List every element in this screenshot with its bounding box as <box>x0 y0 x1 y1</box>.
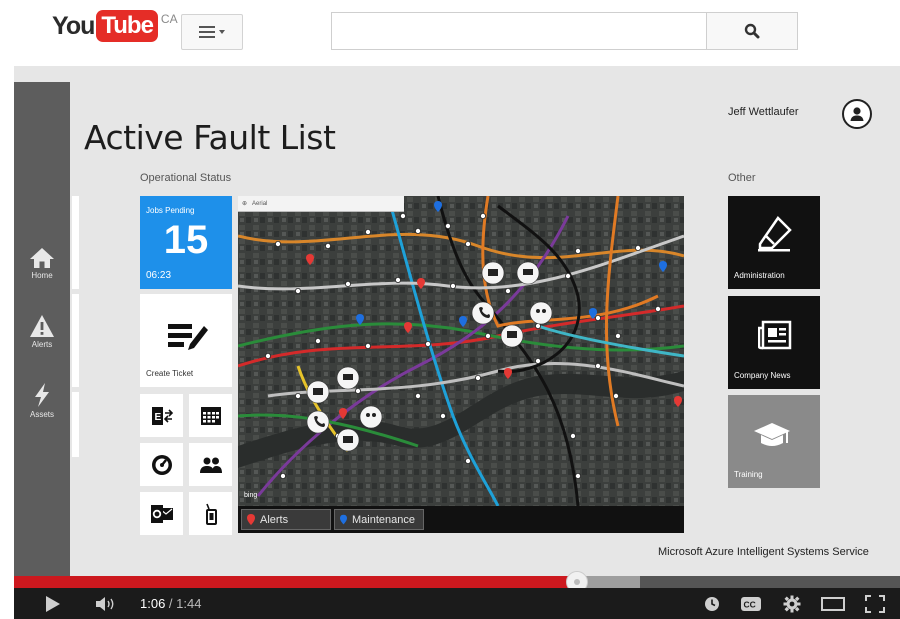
chevron-down-icon <box>219 30 225 34</box>
play-button[interactable] <box>38 588 68 619</box>
theater-mode-button[interactable] <box>818 588 848 619</box>
other-label: Other <box>728 172 756 184</box>
settings-button[interactable] <box>780 588 804 619</box>
legend-alerts[interactable]: Alerts <box>241 509 331 530</box>
company-news-label: Company News <box>734 371 791 380</box>
company-news-tile[interactable]: Company News <box>728 296 820 389</box>
graduation-cap-icon <box>754 423 790 446</box>
exchange-icon: E <box>151 406 173 425</box>
player-controls: 1:06 / 1:44 CC <box>14 588 900 619</box>
map-canvas[interactable] <box>238 196 684 506</box>
user-name: Jeff Wettlaufer <box>728 106 799 118</box>
panel-edge <box>72 196 79 289</box>
app-sidebar: Home Alerts Assets <box>14 82 70 579</box>
search-input[interactable] <box>331 12 707 50</box>
video-player[interactable]: Home Alerts Assets Active Fault List Jef… <box>14 66 900 619</box>
sidebar-item-alerts[interactable]: Alerts <box>14 314 70 349</box>
jobs-pending-label: Jobs Pending <box>146 206 195 215</box>
duration: 1:44 <box>176 596 202 611</box>
administration-tile[interactable]: Administration <box>728 196 820 289</box>
create-ticket-tile[interactable]: Create Ticket <box>140 294 232 387</box>
clock-icon <box>705 596 719 611</box>
play-icon <box>46 595 60 612</box>
legend-maintenance[interactable]: Maintenance <box>334 509 424 530</box>
calendar-icon <box>200 406 221 425</box>
legend-label: Alerts <box>260 513 289 526</box>
time-display: 1:06 / 1:44 <box>140 596 201 611</box>
user-icon <box>850 107 864 121</box>
legend-label: Maintenance <box>352 513 415 526</box>
lightning-icon <box>35 383 49 407</box>
administration-label: Administration <box>734 271 785 280</box>
badge-icon <box>205 503 217 525</box>
create-ticket-label: Create Ticket <box>146 369 194 378</box>
newspaper-icon <box>758 320 792 350</box>
map-toolbar[interactable]: ⊕ Aerial <box>238 196 404 212</box>
sidebar-item-home[interactable]: Home <box>14 247 70 280</box>
sidebar-item-label: Alerts <box>31 340 53 349</box>
current-time: 1:06 <box>140 596 166 611</box>
calendar-tile[interactable] <box>189 394 232 437</box>
gauge-tile[interactable] <box>140 443 183 486</box>
svg-text:E: E <box>154 412 161 423</box>
page-title: Active Fault List <box>84 118 336 157</box>
operational-status-label: Operational Status <box>140 172 232 184</box>
pencil-eraser-icon <box>758 216 792 252</box>
fullscreen-icon <box>865 594 885 613</box>
zoom-icon[interactable]: ⊕ <box>242 200 247 207</box>
jobs-pending-tile[interactable]: Jobs Pending 15 06:23 <box>140 196 232 289</box>
logo-tube-text: Tube <box>96 10 158 42</box>
exchange-tile[interactable]: E <box>140 394 183 437</box>
sidebar-item-label: Home <box>31 271 53 280</box>
edit-list-icon <box>168 324 208 350</box>
warning-icon <box>30 315 54 337</box>
logo-you-text: You <box>52 12 95 40</box>
jobs-pending-time: 06:23 <box>146 270 172 281</box>
captions-button[interactable]: CC <box>736 588 766 619</box>
progress-bar[interactable] <box>14 571 900 593</box>
fault-map[interactable]: ⊕ Aerial bing Alerts Maintenance <box>238 196 684 533</box>
gear-icon <box>783 595 801 612</box>
people-tile[interactable] <box>189 443 232 486</box>
region-label: CA <box>160 12 178 26</box>
svg-text:CC: CC <box>744 599 756 609</box>
people-icon <box>199 457 222 473</box>
volume-icon <box>96 596 114 611</box>
training-label: Training <box>734 470 763 479</box>
youtube-header: You Tube CA <box>0 0 900 66</box>
avatar[interactable] <box>842 99 872 129</box>
panel-edge <box>72 294 79 387</box>
map-legend: Alerts Maintenance <box>238 506 684 533</box>
outlook-icon <box>150 504 173 523</box>
map-style-label[interactable]: Aerial <box>252 201 267 207</box>
guide-menu-button[interactable] <box>181 14 243 50</box>
jobs-pending-count: 15 <box>163 218 209 262</box>
time-separator: / <box>165 596 177 611</box>
outlook-tile[interactable] <box>140 492 183 535</box>
closed-captions-icon: CC <box>741 596 761 611</box>
badge-tile[interactable] <box>189 492 232 535</box>
sidebar-item-label: Assets <box>29 410 54 419</box>
bing-logo: bing <box>244 492 258 499</box>
search-icon <box>744 23 760 39</box>
training-tile[interactable]: Training <box>728 395 820 488</box>
gauge-icon <box>151 454 172 475</box>
panel-edge <box>72 392 79 457</box>
search-button[interactable] <box>706 12 798 50</box>
home-icon <box>30 248 54 268</box>
video-caption: Microsoft Azure Intelligent Systems Serv… <box>658 546 869 558</box>
watch-later-button[interactable] <box>700 588 724 619</box>
pin-icon <box>340 514 347 525</box>
menu-icon <box>199 26 215 38</box>
sidebar-item-assets[interactable]: Assets <box>14 382 70 419</box>
volume-button[interactable] <box>92 588 122 619</box>
theater-icon <box>821 596 845 611</box>
youtube-logo[interactable]: You Tube CA <box>52 10 178 42</box>
progress-played <box>14 576 577 588</box>
fullscreen-button[interactable] <box>860 588 890 619</box>
pin-icon <box>247 514 255 525</box>
